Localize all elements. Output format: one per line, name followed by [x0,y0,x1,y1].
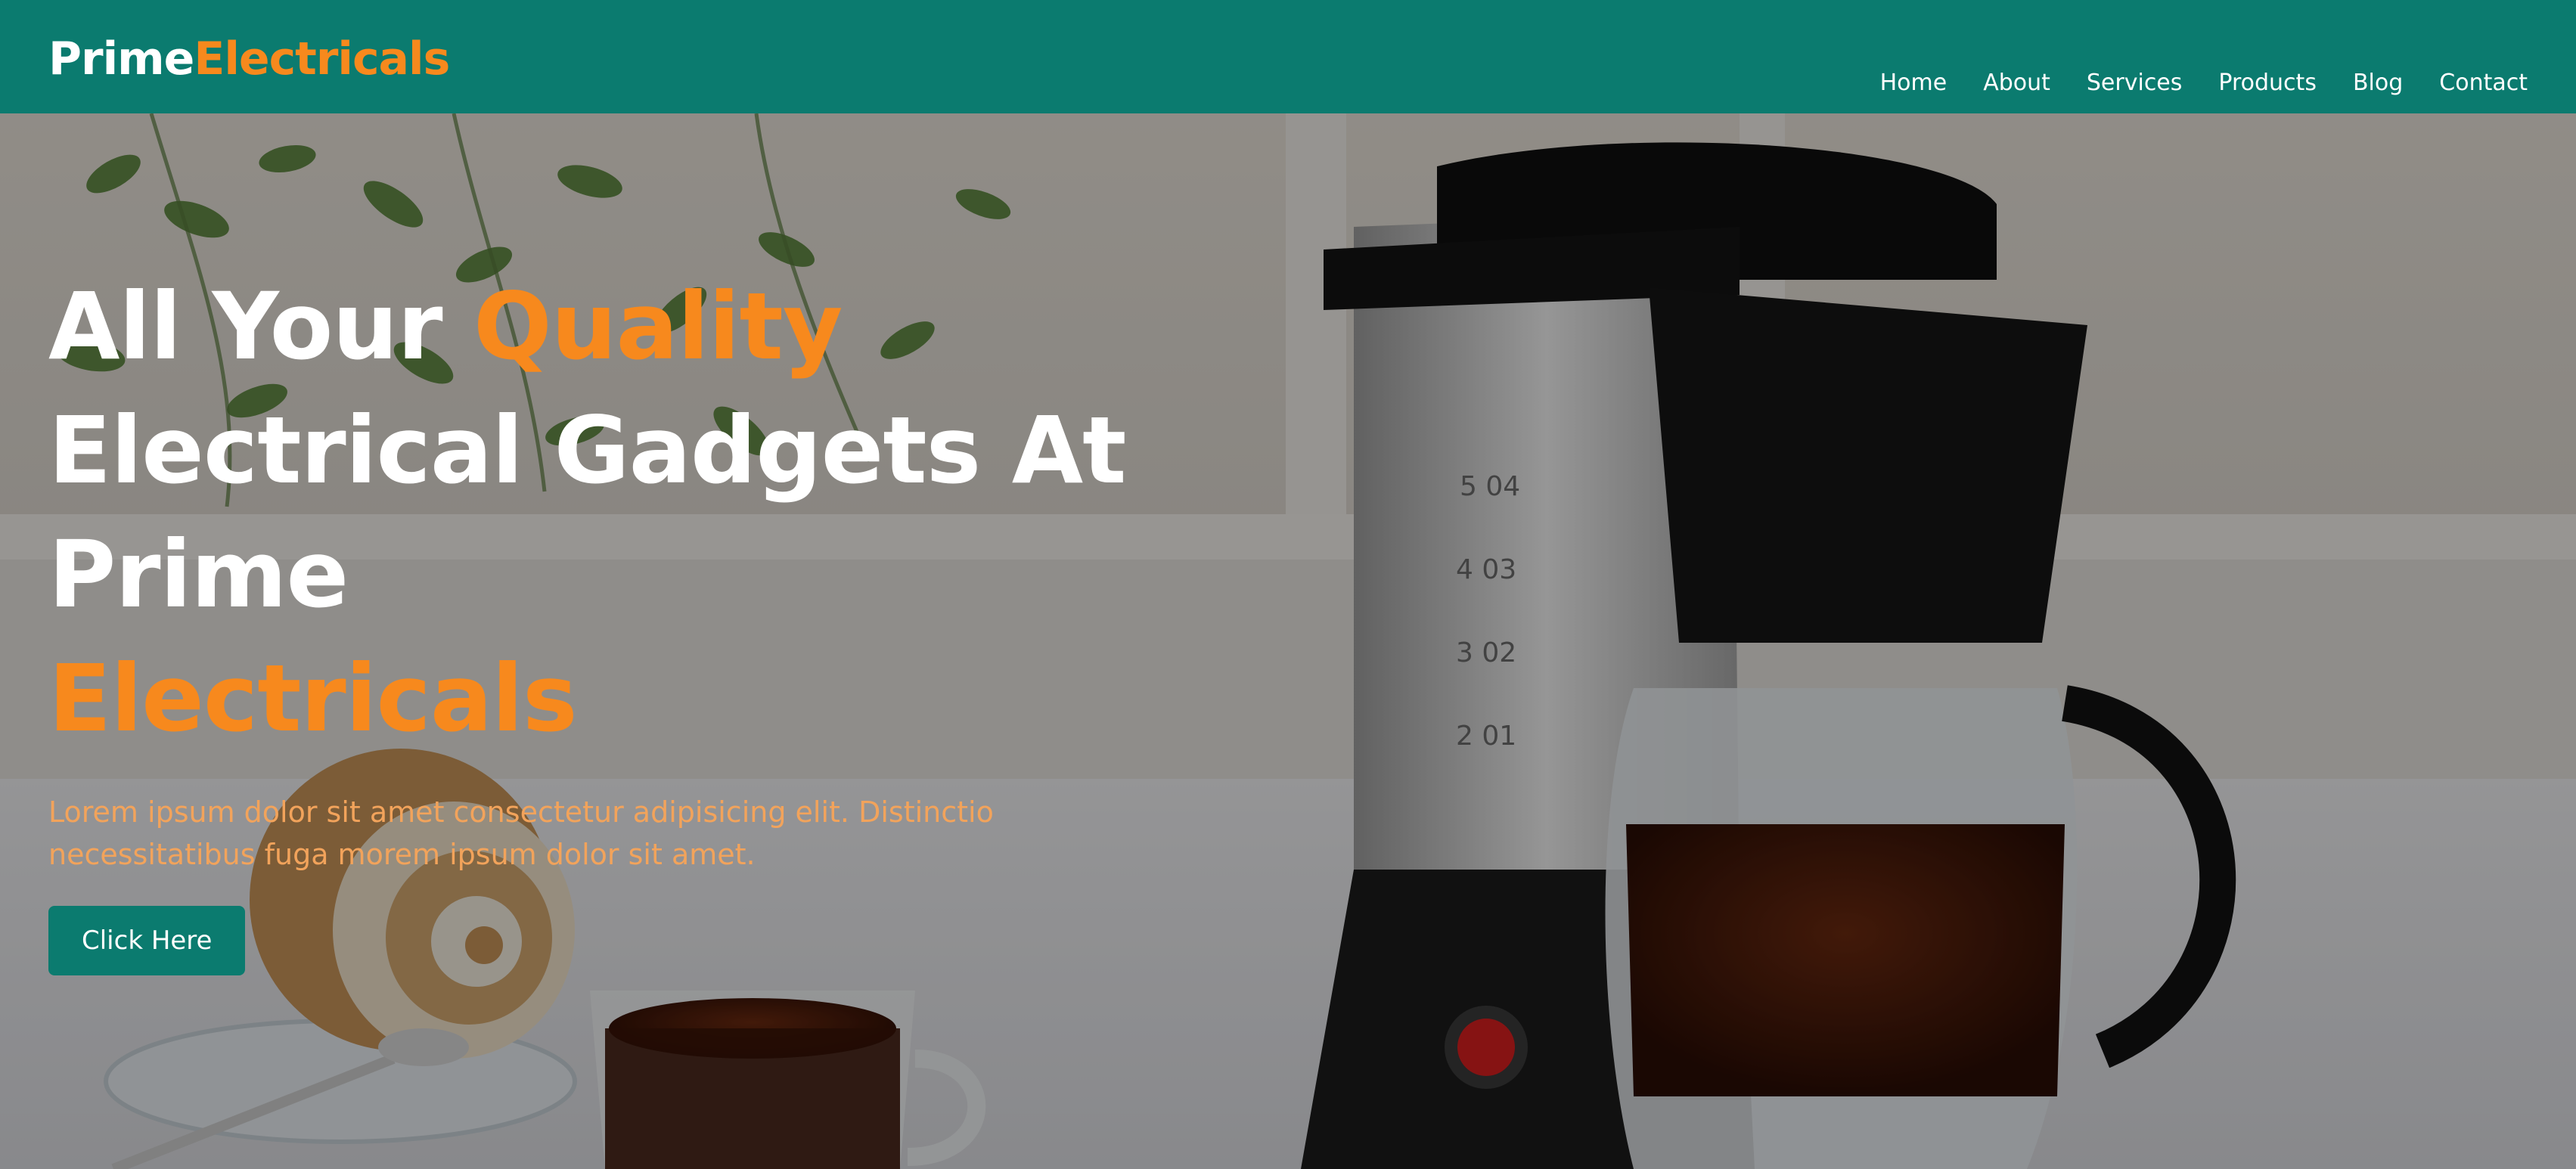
hero-subtitle: Lorem ipsum dolor sit amet consectetur a… [48,795,994,871]
brand-name-part2: Electricals [194,33,450,85]
nav-link-products[interactable]: Products [2218,68,2317,98]
brand-name-part1: Prime [48,33,194,85]
nav-link-blog[interactable]: Blog [2353,68,2403,98]
cta-click-here-button[interactable]: Click Here [48,906,246,975]
brand-logo[interactable]: PrimeElectricals [48,29,450,89]
hero-title-part2: Electrical Gadgets At Prime [48,397,1126,628]
hero-content: All Your Quality Electrical Gadgets At P… [48,265,1183,975]
page: PrimeElectricals Home About Services Pro… [0,0,2576,1169]
nav-link-contact[interactable]: Contact [2439,68,2528,98]
nav-link-about[interactable]: About [1983,68,2050,98]
hero-title-highlight-quality: Quality [473,273,843,380]
nav-link-services[interactable]: Services [2087,68,2183,98]
hero-title: All Your Quality Electrical Gadgets At P… [48,265,1183,761]
hero-title-highlight-electricals: Electricals [48,645,578,752]
nav-link-home[interactable]: Home [1880,68,1948,98]
hero-title-part1: All Your [48,273,473,380]
navbar: PrimeElectricals Home About Services Pro… [0,0,2576,113]
nav-menu: Home About Services Products Blog Contac… [1880,68,2528,98]
